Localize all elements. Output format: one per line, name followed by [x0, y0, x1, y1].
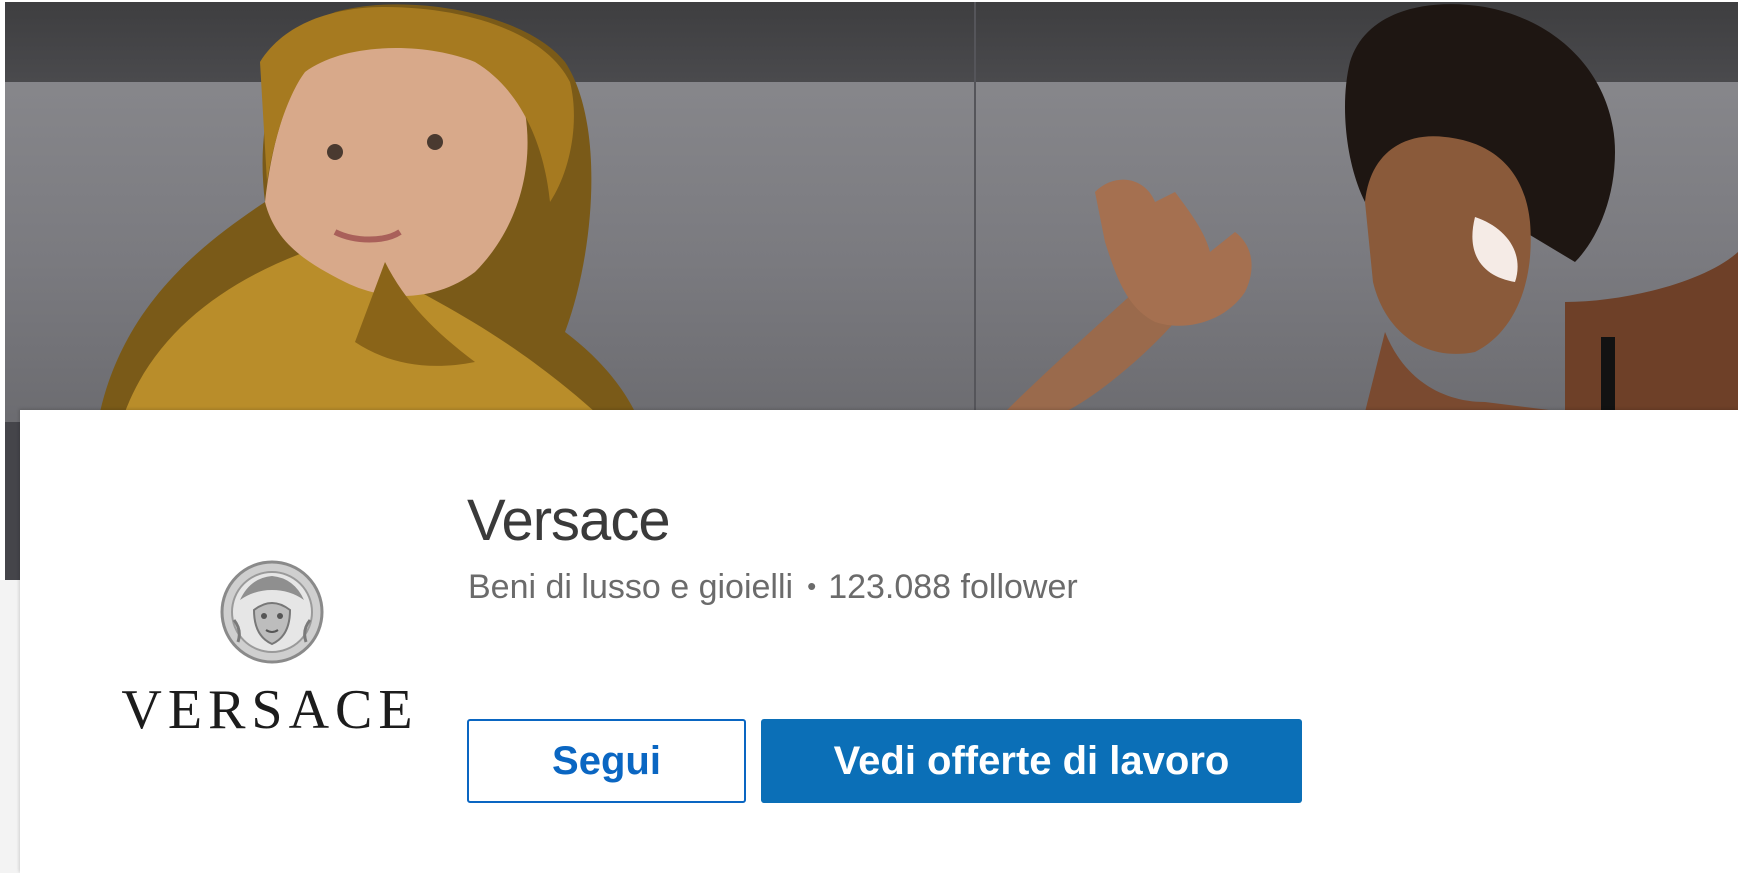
follower-count: 123.088 follower — [828, 568, 1078, 606]
industry-label: Beni di lusso e gioielli — [468, 568, 794, 606]
page-title: Versace — [467, 488, 671, 553]
company-logo[interactable]: VERSACE — [90, 560, 450, 745]
view-jobs-button[interactable]: Vedi offerte di lavoro — [761, 719, 1302, 803]
left-sidebar-edge — [0, 580, 21, 873]
medusa-icon — [220, 560, 324, 664]
follow-button[interactable]: Segui — [467, 719, 746, 803]
company-subtitle: Beni di lusso e gioielli • 123.088 followe… — [468, 568, 1078, 607]
svg-text:VERSACE: VERSACE — [121, 680, 418, 740]
separator-dot: • — [807, 571, 817, 601]
versace-wordmark: VERSACE — [121, 680, 418, 740]
company-header-card: VERSACE Versace Beni di lusso e gioielli… — [20, 410, 1738, 873]
